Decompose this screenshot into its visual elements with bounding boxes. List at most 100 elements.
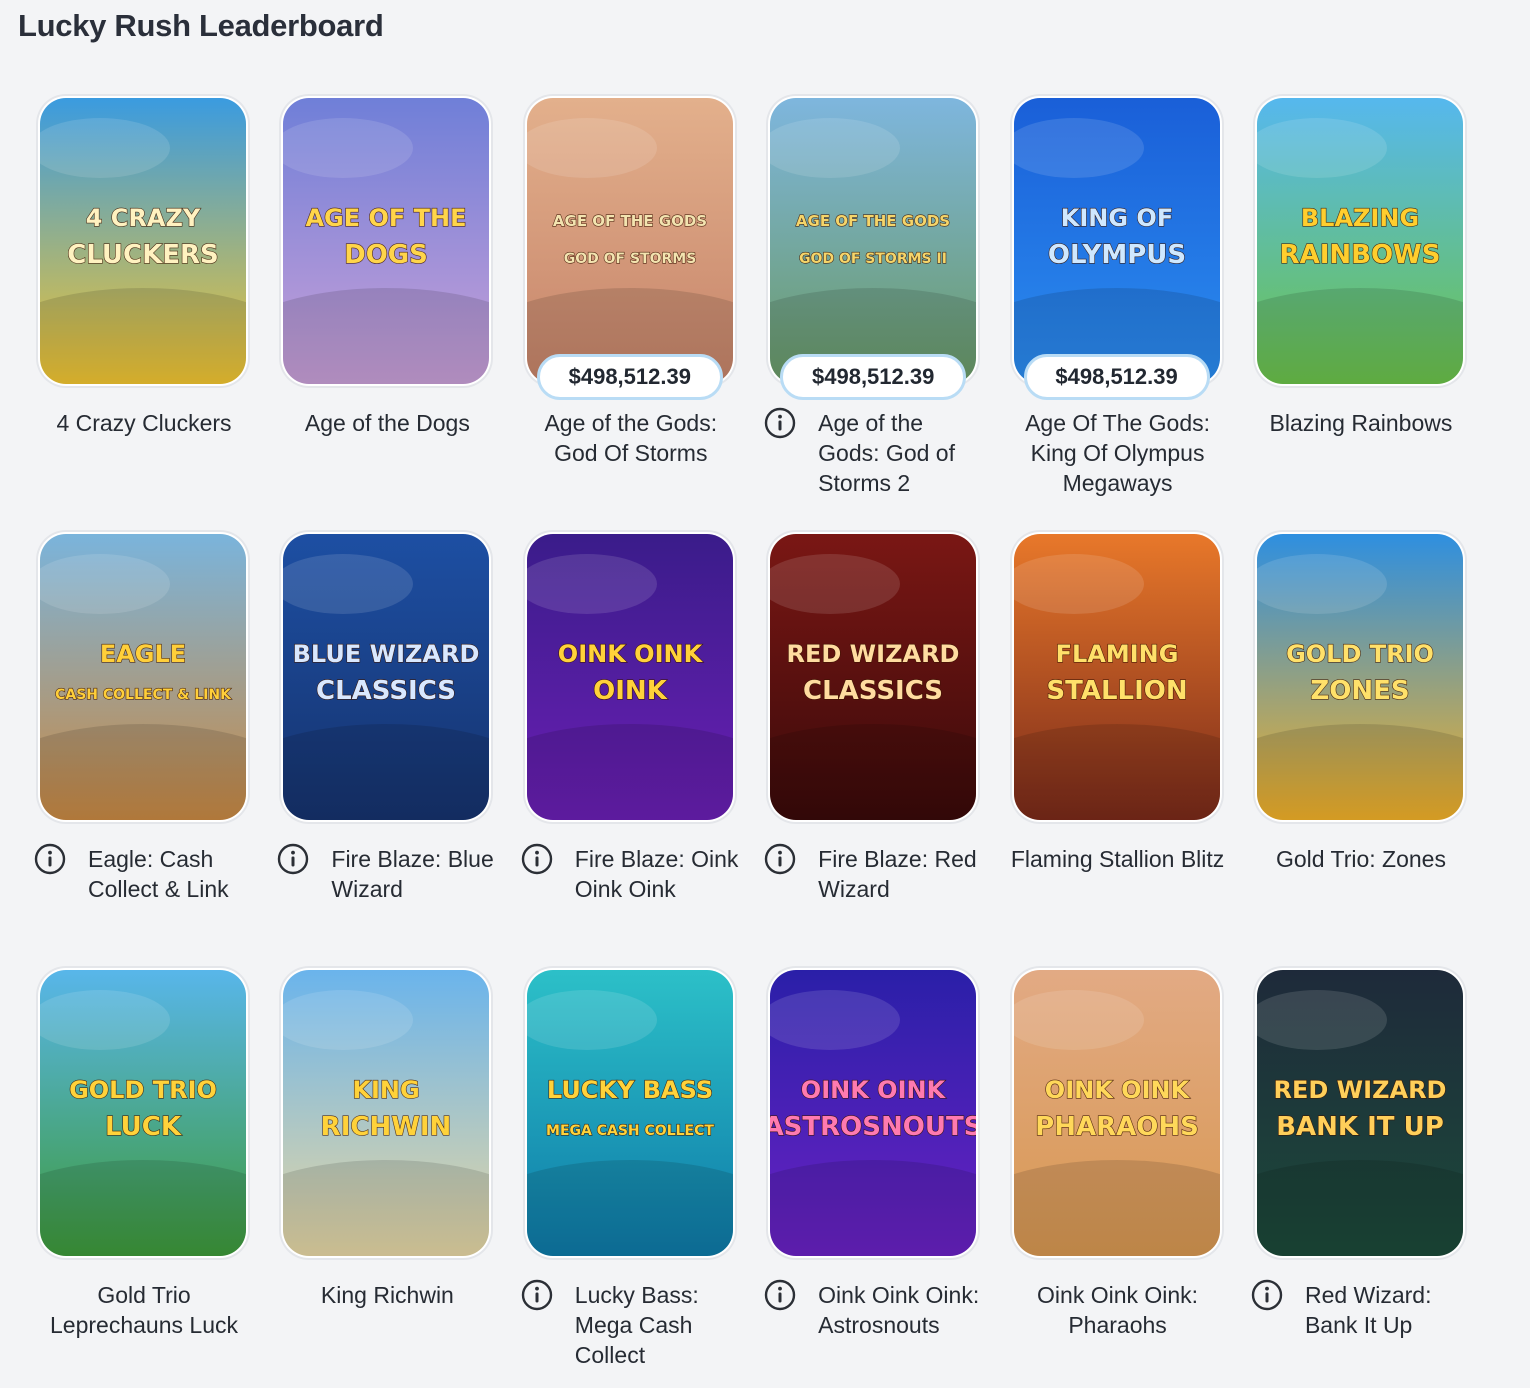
game-logo-line-2: DOGS	[345, 240, 429, 270]
game-card[interactable]: GOLD TRIO ZONES Gold Trio: Zones	[1239, 516, 1482, 952]
game-title[interactable]: Flaming Stallion Blitz	[1011, 844, 1224, 874]
game-thumbnail[interactable]: OINK OINK OINK	[526, 534, 733, 820]
game-logo-line-2: RAINBOWS	[1280, 240, 1441, 270]
game-title-row: Eagle: Cash Collect & Link	[34, 843, 254, 904]
game-thumbnail-frame[interactable]: EAGLE CASH COLLECT & LINK	[38, 532, 248, 822]
game-card[interactable]: LUCKY BASS MEGA CASH COLLECT Lucky Bass: …	[509, 952, 752, 1388]
game-thumbnail[interactable]: AGE OF THE GODS GOD OF STORMS	[526, 98, 733, 384]
game-logo-line-1: LUCKY BASS	[547, 1076, 713, 1104]
game-title[interactable]: Blazing Rainbows	[1270, 408, 1453, 438]
game-thumbnail[interactable]: FLAMING STALLION	[1013, 534, 1220, 820]
info-icon[interactable]	[34, 843, 66, 875]
game-artwork: AGE OF THE DOGS	[283, 98, 490, 384]
game-grid: 4 CRAZY CLUCKERS 4 Crazy Cluckers AGE OF …	[22, 80, 1482, 1388]
info-icon[interactable]	[521, 843, 553, 875]
game-thumbnail[interactable]: 4 CRAZY CLUCKERS	[40, 98, 246, 384]
game-logo-line-2: PHARAOHS	[1035, 1112, 1199, 1142]
game-thumbnail-frame[interactable]: FLAMING STALLION	[1011, 532, 1222, 822]
game-card[interactable]: AGE OF THE GODS GOD OF STORMS II $498,512…	[752, 80, 995, 516]
game-title-row: Lucky Bass: Mega Cash Collect	[521, 1279, 741, 1370]
info-icon[interactable]	[521, 1279, 553, 1311]
game-thumbnail[interactable]: OINK OINK PHARAOHS	[1013, 970, 1220, 1256]
game-card[interactable]: OINK OINK PHARAOHS Oink Oink Oink: Pharao…	[996, 952, 1239, 1388]
info-icon[interactable]	[764, 843, 796, 875]
game-title[interactable]: Age of the Dogs	[305, 408, 470, 438]
info-icon[interactable]	[764, 1279, 796, 1311]
game-card[interactable]: EAGLE CASH COLLECT & LINK Eagle: Cash Col…	[22, 516, 265, 952]
game-logo-line-2: ZONES	[1310, 676, 1409, 706]
game-thumbnail-frame[interactable]: AGE OF THE GODS GOD OF STORMS $498,512.39	[524, 96, 735, 400]
game-card[interactable]: AGE OF THE GODS GOD OF STORMS $498,512.39…	[509, 80, 752, 516]
game-card[interactable]: KING RICHWIN King Richwin	[265, 952, 508, 1388]
game-logo-line-2: GOD OF STORMS II	[799, 251, 947, 267]
game-title[interactable]: Fire Blaze: Red Wizard	[818, 844, 984, 904]
game-card[interactable]: BLUE WIZARD CLASSICS Fire Blaze: Blue Wiz…	[265, 516, 508, 952]
game-thumbnail-frame[interactable]: 4 CRAZY CLUCKERS	[38, 96, 248, 386]
game-thumbnail-frame[interactable]: LUCKY BASS MEGA CASH COLLECT	[524, 968, 735, 1258]
info-icon[interactable]	[1251, 1279, 1283, 1311]
game-title[interactable]: Gold Trio Leprechauns Luck	[34, 1280, 254, 1340]
game-card[interactable]: OINK OINK OINK Fire Blaze: Oink Oink Oink	[509, 516, 752, 952]
game-thumbnail[interactable]: OINK OINK ASTROSNOUTS	[770, 970, 977, 1256]
game-thumbnail-frame[interactable]: OINK OINK ASTROSNOUTS	[768, 968, 979, 1258]
game-thumbnail[interactable]: GOLD TRIO LUCK	[40, 970, 246, 1256]
game-title[interactable]: Red Wizard: Bank It Up	[1305, 1280, 1471, 1340]
game-title[interactable]: Age Of The Gods: King Of Olympus Megaway…	[1008, 408, 1228, 498]
game-card[interactable]: FLAMING STALLION Flaming Stallion Blitz	[996, 516, 1239, 952]
game-thumbnail-frame[interactable]: BLAZING RAINBOWS	[1254, 96, 1465, 386]
game-thumbnail[interactable]: BLUE WIZARD CLASSICS	[283, 534, 490, 820]
game-thumbnail-frame[interactable]: OINK OINK OINK	[524, 532, 735, 822]
game-title[interactable]: 4 Crazy Cluckers	[56, 408, 231, 438]
game-thumbnail-frame[interactable]: GOLD TRIO ZONES	[1254, 532, 1465, 822]
info-icon[interactable]	[277, 843, 309, 875]
game-title[interactable]: King Richwin	[321, 1280, 454, 1310]
game-title[interactable]: Lucky Bass: Mega Cash Collect	[575, 1280, 741, 1370]
game-thumbnail-frame[interactable]: AGE OF THE DOGS	[281, 96, 492, 386]
game-artwork: KING OF OLYMPUS	[1013, 98, 1220, 384]
game-thumbnail[interactable]: AGE OF THE GODS GOD OF STORMS II	[770, 98, 977, 384]
game-title-row: Oink Oink Oink: Pharaohs	[1008, 1280, 1228, 1340]
game-thumbnail[interactable]: GOLD TRIO ZONES	[1256, 534, 1463, 820]
game-title[interactable]: Gold Trio: Zones	[1276, 844, 1446, 874]
game-thumbnail-frame[interactable]: BLUE WIZARD CLASSICS	[281, 532, 492, 822]
game-thumbnail-frame[interactable]: AGE OF THE GODS GOD OF STORMS II $498,512…	[768, 96, 979, 400]
game-card[interactable]: GOLD TRIO LUCK Gold Trio Leprechauns Luck	[22, 952, 265, 1388]
game-thumbnail[interactable]: LUCKY BASS MEGA CASH COLLECT	[526, 970, 733, 1256]
game-thumbnail[interactable]: KING RICHWIN	[283, 970, 490, 1256]
game-thumbnail-frame[interactable]: RED WIZARD CLASSICS	[768, 532, 979, 822]
game-thumbnail-frame[interactable]: OINK OINK PHARAOHS	[1011, 968, 1222, 1258]
game-thumbnail[interactable]: EAGLE CASH COLLECT & LINK	[40, 534, 246, 820]
game-thumbnail-frame[interactable]: RED WIZARD BANK IT UP	[1254, 968, 1465, 1258]
game-title[interactable]: Eagle: Cash Collect & Link	[88, 844, 254, 904]
game-title[interactable]: Fire Blaze: Blue Wizard	[331, 844, 497, 904]
game-logo-line-2: CLASSICS	[316, 676, 456, 706]
game-thumbnail[interactable]: BLAZING RAINBOWS	[1256, 98, 1463, 384]
game-card[interactable]: BLAZING RAINBOWS Blazing Rainbows	[1239, 80, 1482, 516]
game-thumbnail-frame[interactable]: KING OF OLYMPUS $498,512.39	[1011, 96, 1222, 400]
info-icon[interactable]	[764, 407, 796, 439]
game-logo-line-1: KING	[353, 1076, 420, 1104]
game-title[interactable]: Oink Oink Oink: Astrosnouts	[818, 1280, 984, 1340]
game-card[interactable]: RED WIZARD BANK IT UP Red Wizard: Bank It…	[1239, 952, 1482, 1388]
game-title[interactable]: Fire Blaze: Oink Oink Oink	[575, 844, 741, 904]
game-artwork: OINK OINK OINK	[526, 534, 733, 820]
game-logo-line-1: OINK OINK	[1044, 1076, 1190, 1104]
game-thumbnail-frame[interactable]: GOLD TRIO LUCK	[38, 968, 248, 1258]
game-logo-line-2: MEGA CASH COLLECT	[546, 1123, 714, 1139]
game-title[interactable]: Oink Oink Oink: Pharaohs	[1008, 1280, 1228, 1340]
game-title-row: Oink Oink Oink: Astrosnouts	[764, 1279, 984, 1340]
game-title[interactable]: Age of the Gods: God Of Storms	[521, 408, 741, 468]
game-card[interactable]: 4 CRAZY CLUCKERS 4 Crazy Cluckers	[22, 80, 265, 516]
game-card[interactable]: KING OF OLYMPUS $498,512.39 Age Of The Go…	[996, 80, 1239, 516]
game-card[interactable]: OINK OINK ASTROSNOUTS Oink Oink Oink: Ast…	[752, 952, 995, 1388]
game-card[interactable]: RED WIZARD CLASSICS Fire Blaze: Red Wizar…	[752, 516, 995, 952]
game-thumbnail[interactable]: RED WIZARD BANK IT UP	[1256, 970, 1463, 1256]
game-thumbnail[interactable]: KING OF OLYMPUS	[1013, 98, 1220, 384]
game-thumbnail-frame[interactable]: KING RICHWIN	[281, 968, 492, 1258]
game-thumbnail[interactable]: RED WIZARD CLASSICS	[770, 534, 977, 820]
game-title-row: Flaming Stallion Blitz	[1008, 844, 1228, 874]
game-title[interactable]: Age of the Gods: God of Storms 2	[818, 408, 984, 498]
game-artwork: BLAZING RAINBOWS	[1256, 98, 1463, 384]
game-card[interactable]: AGE OF THE DOGS Age of the Dogs	[265, 80, 508, 516]
game-thumbnail[interactable]: AGE OF THE DOGS	[283, 98, 490, 384]
